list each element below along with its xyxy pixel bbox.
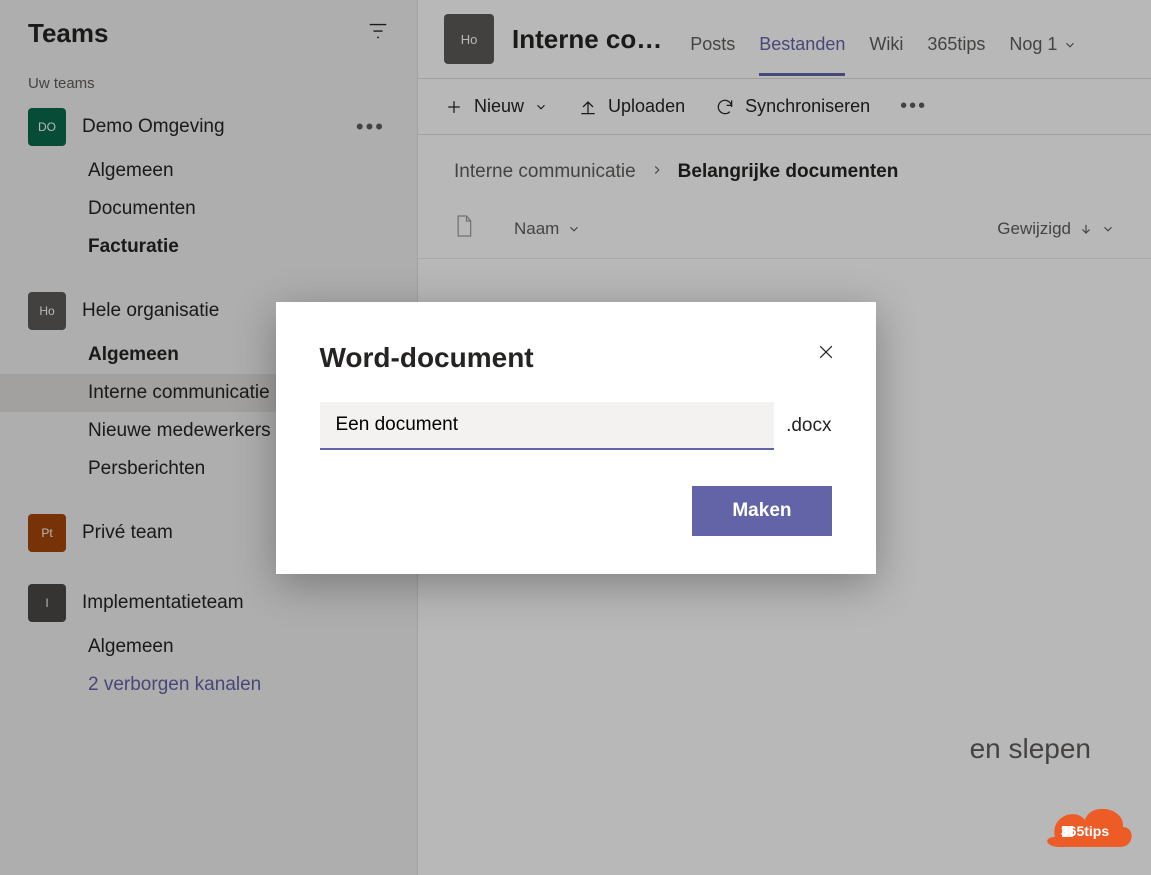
create-button[interactable]: Maken [692,486,831,536]
close-button[interactable] [816,342,836,367]
filename-input[interactable] [320,402,775,450]
dialog-title: Word-document [320,342,832,374]
file-extension-label: .docx [786,415,831,437]
new-document-dialog: Word-document .docx Maken [276,302,876,574]
close-icon [816,342,836,362]
modal-overlay[interactable]: Word-document .docx Maken [0,0,1151,875]
watermark-badge: 365tips [1035,792,1135,859]
